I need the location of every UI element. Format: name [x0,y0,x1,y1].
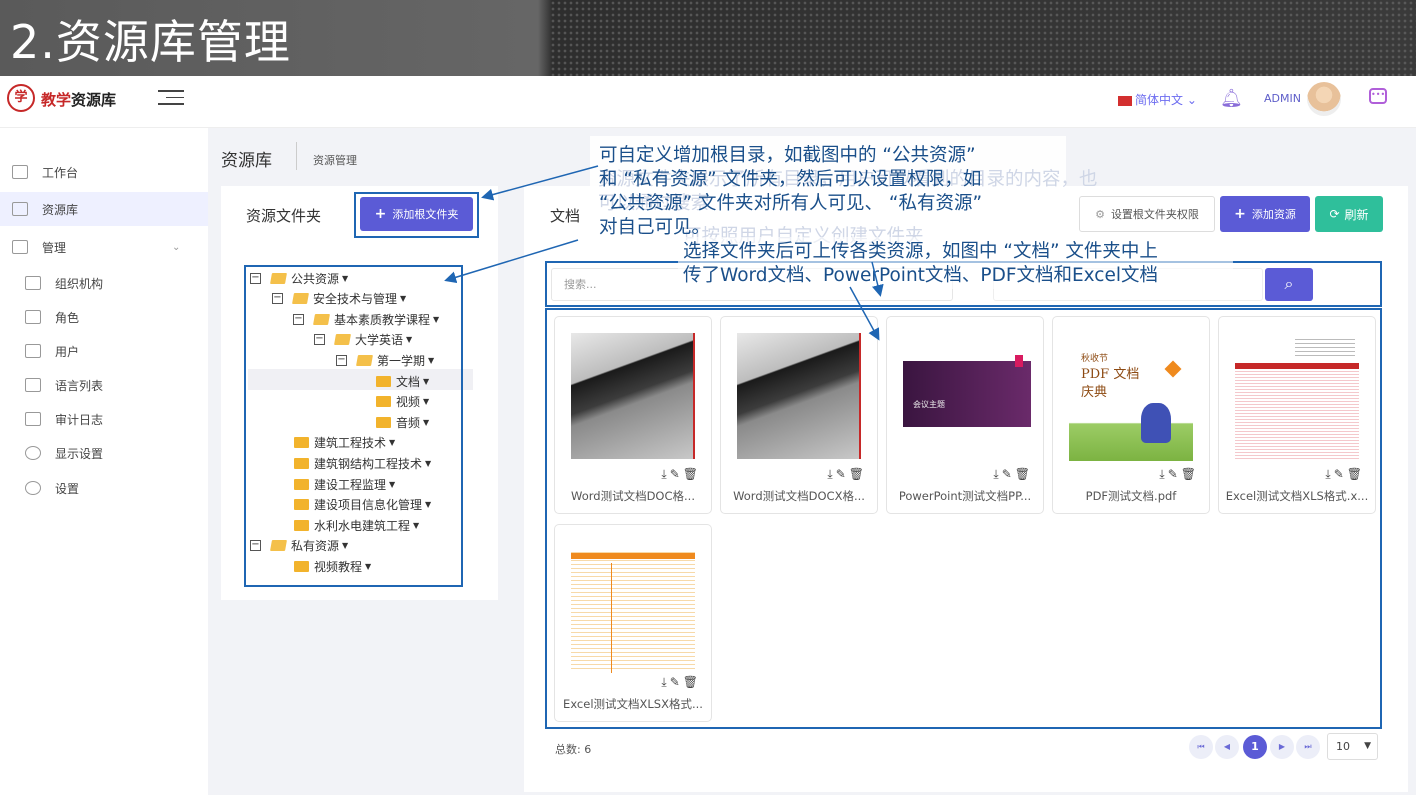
page-number-button[interactable]: 1 [1243,735,1267,759]
slide-title: 2.资源库管理 [10,15,291,69]
top-navbar: 学 教学资源库 简体中文 ⌄ 🔔︎ ADMIN ••• [0,76,1416,128]
total-count: 总数: 6 [555,743,592,756]
language-label: 简体中文 [1135,93,1184,107]
annotation-root-line: “公共资源” 文件夹对所有人可见、 “私有资源” [599,193,983,214]
language-selector[interactable]: 简体中文 ⌄ [1118,91,1197,108]
sidebar-item-label: 资源库 [42,202,79,217]
folder-panel-title: 资源文件夹 [246,207,322,225]
annotation-root-line: 和 “私有资源” 文件夹，然后可以设置权限，如 [599,169,982,190]
caret-down-icon: ▼ [1364,741,1371,751]
perm-button-label: 设置根文件夹权限 [1110,208,1199,221]
prev-page-button[interactable]: ◀ [1215,735,1239,759]
highlight-tree [244,265,463,587]
sidebar-item-label: 工作台 [42,165,79,180]
role-icon [25,310,41,324]
sidebar-item-label: 角色 [55,310,80,325]
highlight-files [545,308,1382,729]
audit-icon [25,412,41,426]
sidebar-item-label: 设置 [55,481,80,496]
menu-toggle-icon[interactable] [158,90,184,108]
app-logo-text[interactable]: 教学资源库 [41,89,116,110]
sidebar-item-label: 审计日志 [55,412,104,427]
chevron-down-icon: ⌄ [1186,93,1197,107]
language-icon [25,378,41,392]
annotation-root-line: 可自定义增加根目录，如截图中的 “公共资源” [599,145,976,166]
sidebar-item-dashboard[interactable]: 工作台 [0,155,208,189]
bell-icon[interactable]: 🔔︎ [1220,88,1243,109]
set-root-permission-button[interactable]: ⚙ 设置根文件夹权限 [1079,196,1215,232]
folder-plus-icon [12,202,28,216]
user-name[interactable]: ADMIN [1264,92,1301,105]
sidebar-item-languages[interactable]: 语言列表 [0,368,208,402]
next-page-button[interactable]: ▶ [1270,735,1294,759]
breadcrumb-divider [296,142,297,170]
page-size-select[interactable]: 10 ▼ [1327,733,1378,760]
sidebar: 工作台 资源库 管理 ⌄ 组织机构 角色 用户 语言列表 审计日志 显示设置 设置 [0,128,208,795]
settings-icon [25,481,41,495]
sidebar-item-settings[interactable]: 设置 [0,471,208,505]
plus-icon: + [1234,206,1246,222]
sidebar-item-users[interactable]: 用户 [0,334,208,368]
refresh-icon: ⟳ [1329,207,1340,221]
logo-text-red: 教学 [41,91,72,109]
resource-panel-title: 文档 [550,207,581,225]
add-resource-button[interactable]: + 添加资源 [1220,196,1310,232]
management-icon [12,240,28,254]
annotation-upload-line: 选择文件夹后可上传各类资源，如图中 “文档” 文件夹中上 [683,241,1158,262]
dashboard-icon [12,165,28,179]
sidebar-item-organization[interactable]: 组织机构 [0,266,208,300]
sidebar-item-label: 语言列表 [55,378,104,393]
sidebar-item-label: 显示设置 [55,446,104,461]
highlight-add-root [354,192,479,238]
chevron-down-icon: ⌄ [172,241,181,253]
breadcrumb-page[interactable]: 资源管理 [313,152,357,168]
sidebar-item-audit-log[interactable]: 审计日志 [0,402,208,436]
user-icon [25,344,41,358]
sidebar-item-label: 管理 [42,240,67,255]
sidebar-item-display-settings[interactable]: 显示设置 [0,436,208,470]
sidebar-item-resource-library[interactable]: 资源库 [0,192,208,226]
logo-text-black: 资源库 [71,91,117,109]
logo-icon[interactable]: 学 [7,84,35,112]
breadcrumb-section: 资源库 [221,151,272,171]
sidebar-item-label: 用户 [55,344,80,359]
last-page-button[interactable]: ⏭ [1296,735,1320,759]
first-page-button[interactable]: ⏮ [1189,735,1213,759]
china-flag-icon [1118,95,1132,106]
gear-icon: ⚙ [1095,207,1105,221]
refresh-button[interactable]: ⟳ 刷新 [1315,196,1383,232]
avatar[interactable] [1307,82,1341,116]
annotation-upload-line: 传了Word文档、PowerPoint文档、PDF文档和Excel文档 [683,265,1158,286]
org-icon [25,276,41,290]
chat-icon[interactable]: ••• [1369,88,1387,104]
sidebar-item-label: 组织机构 [55,276,104,291]
sidebar-item-management[interactable]: 管理 ⌄ [0,230,208,264]
page-size-value: 10 [1336,740,1350,753]
eye-icon [25,446,41,460]
sidebar-item-roles[interactable]: 角色 [0,300,208,334]
add-resource-label: 添加资源 [1251,208,1296,221]
refresh-label: 刷新 [1344,207,1369,222]
